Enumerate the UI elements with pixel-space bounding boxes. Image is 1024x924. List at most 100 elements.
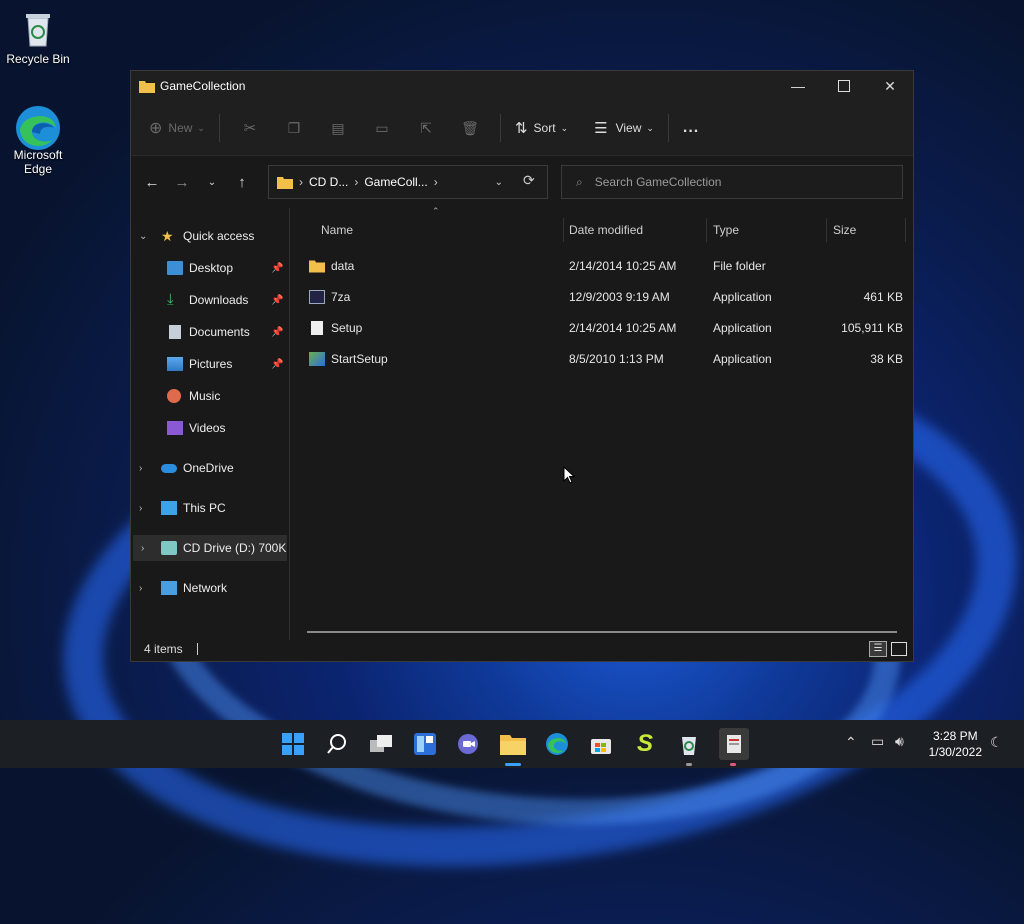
folder-icon [309,260,325,272]
file-size: 105,911 KB [841,320,903,335]
share-button[interactable]: ⇱ [404,112,448,144]
nav-item-videos[interactable]: Videos [167,415,289,441]
address-dropdown-button[interactable]: ⌄ [495,177,503,188]
column-header-name[interactable]: Name [321,216,561,244]
network-status-icon[interactable]: ▭ [871,733,884,750]
tiles-view-button[interactable] [891,642,907,656]
recycle-app-taskbar-button[interactable] [675,730,703,758]
clock[interactable]: 3:28 PM 1/30/2022 [929,728,982,760]
nav-quick-access[interactable]: ⌄ ★ Quick access [131,223,289,249]
active-indicator [505,763,521,766]
volume-icon[interactable]: 🔊︎ [895,733,904,750]
file-type: File folder [713,258,766,273]
folder-icon [139,80,155,93]
running-indicator [686,763,692,766]
rename-button[interactable]: ▭ [360,112,404,144]
widgets-button[interactable] [411,730,439,758]
maximize-button[interactable] [821,71,867,101]
delete-button[interactable]: 🗑 [448,112,492,144]
edge-icon [546,733,568,755]
new-button[interactable]: ⊕ New ⌄ [149,112,205,144]
nav-cd-drive[interactable]: › CD Drive (D:) 700K [133,535,287,561]
search-icon [327,734,346,754]
file-row-7za[interactable]: 7za 12/9/2003 9:19 AM Application 461 KB [309,281,903,312]
column-header-type[interactable]: Type [713,216,823,244]
breadcrumb-cd-drive[interactable]: CD D... [309,175,348,189]
chevron-right-icon: › [141,542,145,554]
scissors-icon: ✂ [243,120,257,137]
nav-label: Pictures [189,357,233,371]
navigation-pane: ⌄ ★ Quick access Desktop 📌 ⤓ Downloads 📌… [131,208,290,640]
nav-network[interactable]: › Network [131,575,289,601]
file-name: Setup [331,320,363,335]
nav-this-pc[interactable]: › This PC [131,495,289,521]
address-bar[interactable]: › CD D... › GameColl... › ⌄ [268,165,548,199]
breadcrumb-gamecollection[interactable]: GameColl... [364,175,427,189]
sort-button[interactable]: ⇅ Sort ⌄ [515,112,568,144]
file-row-data[interactable]: data 2/14/2014 10:25 AM File folder [309,250,903,281]
file-type: Application [713,320,772,335]
horizontal-scrollbar[interactable] [307,631,897,633]
search-taskbar-button[interactable] [323,730,351,758]
chevron-right-icon: › [139,462,143,474]
nav-label: Music [189,389,221,403]
clock-time: 3:28 PM [932,729,978,743]
search-box[interactable]: ⌕ Search GameCollection [561,165,903,199]
chevron-down-icon: ⌄ [560,122,569,133]
more-options-button[interactable]: ... [683,112,699,144]
minimize-button[interactable]: — [775,71,821,101]
cut-button[interactable]: ✂ [228,112,272,144]
view-button[interactable]: ☰ View ⌄ [594,112,654,144]
setup-app-icon [309,351,325,366]
pictures-icon [167,357,183,371]
breadcrumb-separator-icon: › [299,175,303,189]
focus-assist-moon-icon[interactable]: ☾ [990,734,1003,751]
chat-icon [458,734,478,754]
more-label: ... [682,119,700,136]
nav-item-downloads[interactable]: ⤓ Downloads 📌 [167,287,289,313]
file-date: 2/14/2014 10:25 AM [569,258,677,273]
download-icon: ⤓ [167,291,174,308]
file-size: 38 KB [870,351,903,366]
cd-drive-label: CD Drive (D:) 700K [183,541,287,555]
file-explorer-taskbar-button[interactable] [499,730,527,758]
nav-item-music[interactable]: Music [167,383,289,409]
file-row-startsetup[interactable]: StartSetup 8/5/2010 1:13 PM Application … [309,343,903,374]
edge-desktop-icon[interactable]: Microsoft Edge [0,104,76,176]
plus-circle-icon: ⊕ [149,120,163,137]
column-header-date[interactable]: Date modified [569,216,705,244]
file-icon [311,320,323,335]
column-header-size[interactable]: Size [833,216,903,244]
mouse-cursor-icon [563,466,575,484]
start-button[interactable] [279,730,307,758]
show-hidden-icons-button[interactable]: ⌃ [845,734,857,751]
chat-button[interactable] [455,730,483,758]
command-bar: ⊕ New ⌄ ✂ ❐ ▤ ▭ ⇱ 🗑 ⇅ Sort ⌄ ☰ View ⌄ ..… [131,101,913,156]
forward-button[interactable]: → [167,174,197,191]
nav-item-desktop[interactable]: Desktop 📌 [167,255,289,281]
nav-item-documents[interactable]: Documents 📌 [167,319,289,345]
close-button[interactable]: ✕ [867,71,913,101]
store-icon [591,739,611,754]
breadcrumb-separator-icon: › [354,175,359,189]
copy-icon: ❐ [287,119,301,136]
nav-onedrive[interactable]: › OneDrive [131,455,289,481]
folder-icon [277,176,293,189]
recycle-bin-desktop-icon[interactable]: Recycle Bin [0,8,76,66]
task-view-button[interactable] [367,730,395,758]
paste-button[interactable]: ▤ [316,112,360,144]
title-bar[interactable]: GameCollection — ✕ [131,71,913,101]
file-row-setup[interactable]: Setup 2/14/2014 10:25 AM Application 105… [309,312,903,343]
nav-item-pictures[interactable]: Pictures 📌 [167,351,289,377]
back-button[interactable]: ← [137,174,167,191]
recent-locations-button[interactable]: ⌄ [197,177,227,188]
app-s-taskbar-button[interactable]: S [631,730,659,758]
copy-button[interactable]: ❐ [272,112,316,144]
installer-taskbar-button[interactable] [719,728,749,760]
store-taskbar-button[interactable] [587,730,615,758]
edge-taskbar-button[interactable] [543,730,571,758]
up-button[interactable]: ↑ [227,174,257,191]
refresh-button[interactable]: ⟳ [523,172,535,189]
details-view-button[interactable]: ☰ [869,641,887,657]
file-explorer-window: GameCollection — ✕ ⊕ New ⌄ ✂ ❐ ▤ ▭ ⇱ 🗑 ⇅… [130,70,914,662]
